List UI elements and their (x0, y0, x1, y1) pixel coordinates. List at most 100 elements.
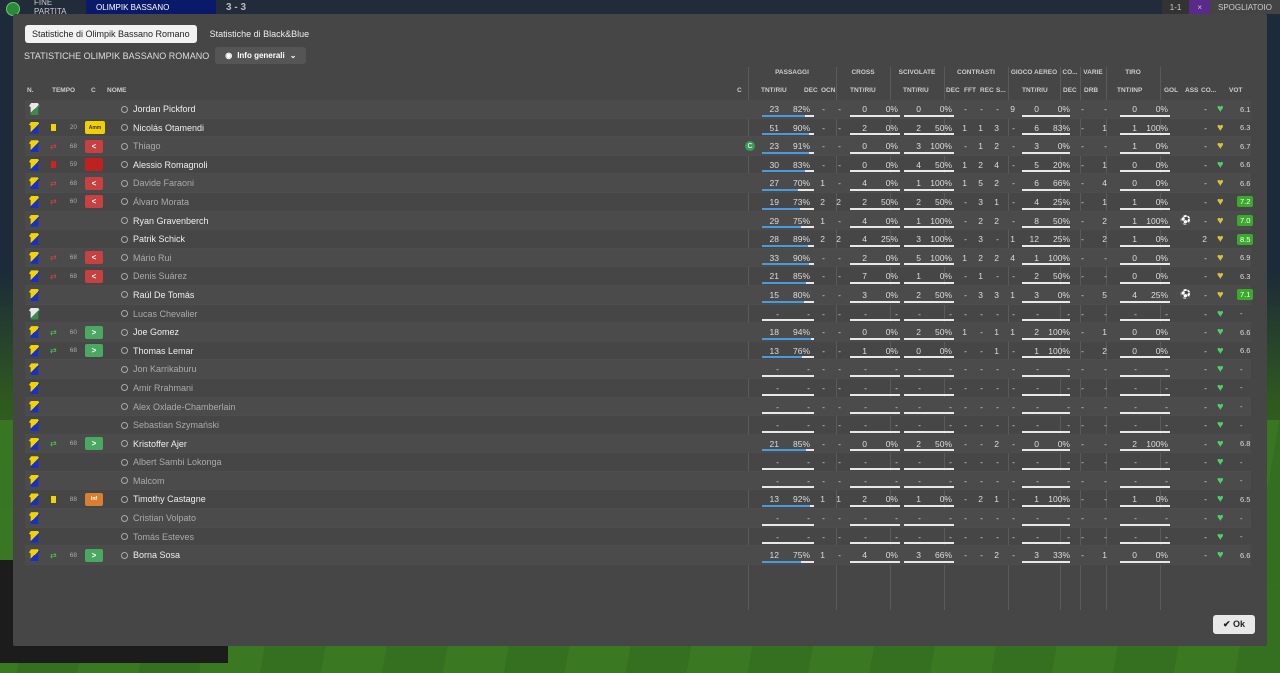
player-name[interactable]: Cristian Volpato (133, 513, 196, 523)
cross-bar (850, 449, 900, 452)
aerial-bar (1022, 133, 1070, 136)
table-row[interactable]: Cristian Volpato - - - - - - - - - - - - - - - - - - - ♥ - (25, 509, 1251, 528)
col-gol[interactable]: GOL (1164, 87, 1178, 94)
table-row[interactable]: Raúl De Tomás 15 80% - -3 0% 2 50% -3 3 1 3 0% -5 4 25%… (25, 285, 1254, 305)
ok-button[interactable]: ✔ Ok (1212, 615, 1255, 634)
player-name[interactable]: Timothy Castagne (133, 494, 206, 504)
col-tempo[interactable]: TEMPO (52, 87, 75, 94)
player-name[interactable]: Nicolás Otamendi (133, 123, 204, 133)
minute (67, 398, 77, 416)
player-name[interactable]: Albert Sambi Lokonga (133, 457, 222, 467)
player-name[interactable]: Jon Karrikaburu (133, 364, 197, 374)
contr-dec: - (964, 345, 967, 356)
player-name[interactable]: Sebastian Szymański (133, 420, 219, 430)
player-name[interactable]: Álvaro Morata (133, 197, 189, 207)
contr-rec: - (996, 401, 999, 412)
table-row[interactable]: Sebastian Szymański - - - - - - - - - - - - - - - - - - - ♥ - (25, 416, 1251, 435)
table-row[interactable]: Alex Oxlade-Chamberlain - - - - - - - - - - - - - - - - -… (25, 397, 1251, 417)
table-row[interactable]: ⇄ 68 < Mário Rui 33 90% - -2 0% 5 100% 1 2 2 4 1 100% - -0… (25, 248, 1251, 268)
player-name[interactable]: Kristoffer Ajer (133, 439, 187, 449)
col-contr-rec[interactable]: REC (980, 87, 994, 94)
player-name[interactable]: Joe Gomez (133, 327, 179, 337)
table-row[interactable]: Tomás Esteves - - - - - - - - - - - - - - - - - - - ♥ - (25, 528, 1251, 547)
contr-fft: 1 (978, 141, 983, 152)
table-row[interactable]: Amir Rrahmani - - - - - - - - - - - - - - - - - - - ♥ - (25, 379, 1251, 398)
table-row[interactable]: Lucas Chevalier - - - - - - - - - - - - - - - - - - - ♥ - (25, 305, 1251, 324)
player-name[interactable]: Tomás Esteves (133, 532, 194, 542)
col-condition[interactable]: CO... (1201, 87, 1216, 94)
table-row[interactable]: 20 Amm Nicolás Otamendi 51 90% - -2 0% 2 50% 1 1 3-6… (25, 119, 1251, 138)
co-dec: - (1081, 382, 1084, 393)
table-row[interactable]: Albert Sambi Lokonga - - - - - - - - - - - - - - - - - - - ♥… (25, 453, 1251, 472)
col-cross-tntriu[interactable]: TNT/RIU (850, 87, 876, 94)
col-tiro-tntinp[interactable]: TNT/INP (1117, 87, 1142, 94)
player-name[interactable]: Lucas Chevalier (133, 309, 198, 319)
player-name[interactable]: Alex Oxlade-Chamberlain (133, 402, 236, 412)
dressing-room-button[interactable]: SPOGLIATOIO (1210, 0, 1280, 14)
col-drb[interactable]: DRB (1084, 87, 1098, 94)
shot-bar (1120, 281, 1170, 284)
table-row[interactable]: Jon Karrikaburu - - - - - - - - - - - - - - - - - - - ♥ - (25, 360, 1251, 379)
player-name[interactable]: Malcom (133, 476, 165, 486)
col-pass-dec[interactable]: DEC (804, 87, 818, 94)
player-name[interactable]: Davide Faraoni (133, 178, 194, 188)
player-name[interactable]: Jordan Pickford (133, 104, 196, 114)
player-name[interactable]: Mário Rui (133, 253, 172, 263)
aerial-bar (1022, 226, 1070, 229)
rating: 6.6 (1240, 327, 1251, 337)
col-c[interactable]: C (91, 87, 96, 94)
info-dropdown[interactable]: ◉ Info generali ⌄ (215, 47, 307, 64)
table-row[interactable]: ⇄ 68 > Borna Sosa 12 75% 1-4 0% 3 66% - -2-3 33% -1 0 0… (25, 546, 1251, 565)
table-row[interactable]: ⇄ 68 > Kristoffer Ajer 21 85% - -0 0% 2 50% - -2-0 0%… (25, 434, 1251, 454)
table-row[interactable]: ⇄ 60 > Joe Gomez 18 94% - -0 0% 2 50% 1-1 1 2 100% -1 0 0… (25, 323, 1251, 342)
close-icon[interactable]: × (1189, 0, 1210, 14)
pass-bar-fill (762, 226, 801, 229)
contr-rec: 3 (994, 122, 999, 133)
table-row[interactable]: Malcom - - - - - - - - - - - - - - - - - - - ♥ - (25, 471, 1251, 491)
player-name[interactable]: Borna Sosa (133, 550, 180, 560)
player-name[interactable]: Amir Rrahmani (133, 383, 193, 393)
col-sciv-tntriu[interactable]: TNT/RIU (903, 87, 929, 94)
person-icon (121, 328, 128, 336)
table-row[interactable]: ⇄ 68 > Thomas Lemar 13 76% - -1 0% 0 0% - -1-1 100% -2… (25, 342, 1251, 361)
tab-black-blue-stats[interactable]: Statistiche di Black&Blue (203, 25, 317, 43)
player-name[interactable]: Patrik Schick (133, 234, 185, 244)
col-pass-ocn[interactable]: OCN (821, 87, 835, 94)
col-aer-tntriu[interactable]: TNT/RIU (1022, 87, 1048, 94)
col-vot[interactable]: VOT (1229, 87, 1242, 94)
player-name[interactable]: Denis Suárez (133, 271, 187, 281)
check-icon: ✔ (1222, 619, 1233, 629)
col-captain[interactable]: C (737, 87, 742, 94)
col-nome[interactable]: NOME (107, 87, 127, 94)
col-contr-fft[interactable]: FFT (964, 87, 976, 94)
table-row[interactable]: ⇄ 68 < Thiago C 23 91% - -0 0% 3 100% -1 2-3 0% - -1 0% - ♥… (25, 137, 1251, 156)
table-row[interactable]: Jordan Pickford 23 82% - -0 0% 0 0% - - -9 0 0% - -0 0%… (25, 100, 1251, 119)
assists: - (1204, 289, 1207, 300)
contr-s: - (1012, 382, 1015, 393)
table-row[interactable]: 59 Alessio Romagnoli 30 83% - -0 0% 4 50% 1 2 4-5 20… (25, 156, 1251, 175)
cross-bar (850, 263, 900, 266)
player-name[interactable]: Alessio Romagnoli (133, 160, 208, 170)
col-contr-s[interactable]: S... (996, 87, 1006, 94)
table-row[interactable]: Patrik Schick 28 89% 2 2 4 25% 3 100% -3-1 12 25% -2… (25, 230, 1254, 249)
player-name[interactable]: Ryan Gravenberch (133, 216, 209, 226)
table-row[interactable]: ⇄ 68 < Denis Suárez 21 85% - -7 0% 1 0% -1- -2 50% - -0… (25, 267, 1251, 286)
table-row[interactable]: ⇄ 68 < Davide Faraoni 27 70% 1-4 0% 1 100% 1 5 2-6 66… (25, 174, 1251, 193)
table-row[interactable]: 88 Inf Timothy Castagne 13 92% 1 1 2 0% 1 0% -2 1-1 1… (25, 490, 1251, 510)
col-pass-tntriu[interactable]: TNT/RIU (761, 87, 787, 94)
shirt-icon (29, 344, 40, 357)
player-name[interactable]: Thomas Lemar (133, 346, 194, 356)
contr-s: 9 (1010, 104, 1015, 114)
tackle-bar (904, 263, 954, 266)
player-name[interactable]: Thiago (133, 141, 161, 151)
rating: - (1240, 402, 1243, 411)
aerial-bar (1022, 412, 1070, 415)
col-co-dec[interactable]: DEC (1063, 87, 1077, 94)
player-name[interactable]: Raúl De Tomás (133, 290, 194, 300)
table-row[interactable]: Ryan Gravenberch 29 75% 1-4 0% 1 100% -2 2-8 50% -… (25, 211, 1254, 231)
col-contr-dec[interactable]: DEC (946, 87, 960, 94)
aerial-bar (1022, 523, 1070, 526)
table-row[interactable]: ⇄ 60 < Álvaro Morata 19 73% 2 2 2 50% 2 50% -3 1-4 25%… (25, 193, 1254, 212)
col-ass[interactable]: ASS (1185, 87, 1198, 94)
tab-olimpik-stats[interactable]: Statistiche di Olimpik Bassano Romano (25, 25, 197, 43)
